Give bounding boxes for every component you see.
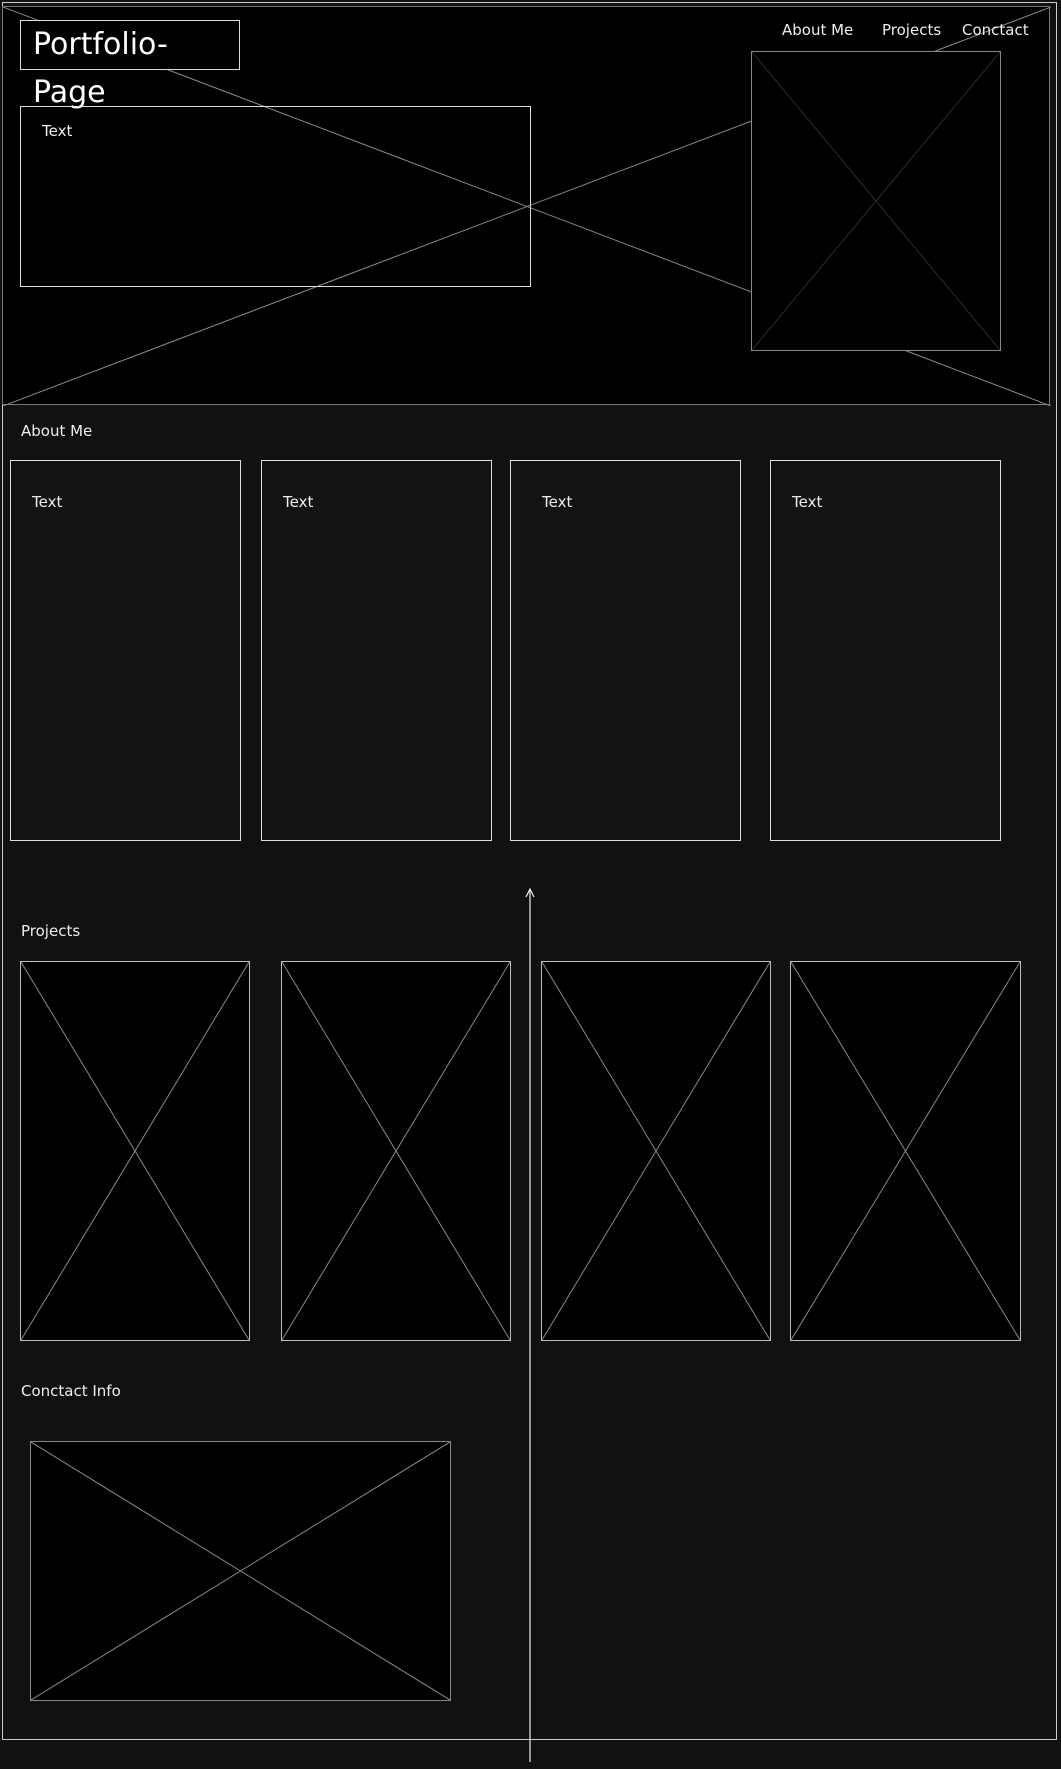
about-card-text: Text — [283, 493, 314, 511]
projects-heading: Projects — [21, 922, 81, 940]
project-image-placeholder — [20, 961, 250, 1341]
image-icon — [282, 962, 510, 1340]
project-image-placeholder — [281, 961, 511, 1341]
about-card: Text — [10, 460, 241, 841]
about-card: Text — [770, 460, 1001, 841]
project-image-placeholder — [541, 961, 771, 1341]
about-card-text: Text — [542, 493, 573, 511]
nav-about-me[interactable]: About Me — [782, 21, 853, 39]
image-icon — [542, 962, 770, 1340]
about-heading: About Me — [21, 422, 93, 440]
about-card-text: Text — [32, 493, 63, 511]
contact-heading: Conctact Info — [21, 1382, 121, 1400]
about-card: Text — [510, 460, 741, 841]
about-card-text: Text — [792, 493, 823, 511]
image-icon — [31, 1442, 450, 1700]
hero-image-placeholder — [751, 51, 1001, 351]
project-image-placeholder — [790, 961, 1021, 1341]
image-icon — [791, 962, 1020, 1340]
hero-text-box: Text — [20, 106, 531, 287]
image-icon — [752, 52, 1000, 350]
scroll-arrow-icon — [525, 888, 535, 1762]
contact-image-placeholder — [30, 1441, 451, 1701]
hero-text: Text — [42, 122, 73, 140]
nav-projects[interactable]: Projects — [882, 21, 941, 39]
about-card: Text — [261, 460, 492, 841]
image-icon — [21, 962, 249, 1340]
site-title: Portfolio-Page — [20, 20, 240, 110]
nav-contact[interactable]: Conctact — [962, 21, 1029, 39]
